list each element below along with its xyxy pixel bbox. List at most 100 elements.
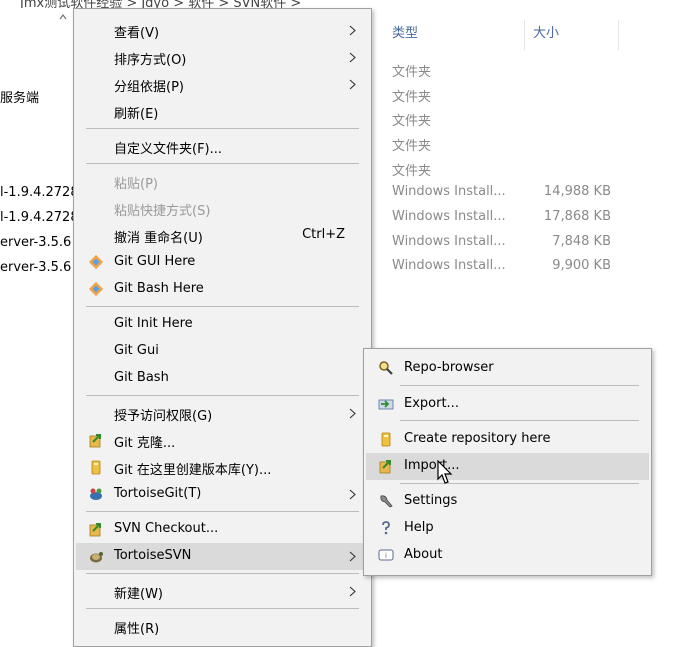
menu-item-view[interactable]: 查看(V)	[76, 17, 369, 44]
menu-item-settings[interactable]: Settings	[366, 488, 649, 515]
menu-item-tortoise-git[interactable]: TortoiseGit(T)	[76, 481, 369, 508]
menu-item-about[interactable]: i About	[366, 542, 649, 569]
menu-item-label: 粘贴快捷方式(S)	[114, 204, 211, 219]
menu-item-tortoise-svn[interactable]: TortoiseSVN	[76, 543, 369, 570]
menu-item-export[interactable]: Export...	[366, 391, 649, 418]
menu-item-label: 属性(R)	[114, 622, 160, 637]
menu-item-label: 粘贴(P)	[114, 177, 158, 192]
menu-item-label: Git Bash Here	[114, 281, 204, 296]
export-icon	[378, 399, 394, 410]
menu-item-label: 查看(V)	[114, 26, 160, 41]
menu-item-svn-checkout[interactable]: SVN Checkout...	[76, 516, 369, 543]
chevron-right-icon	[349, 551, 356, 562]
menu-item-refresh[interactable]: 刷新(E)	[76, 98, 369, 125]
chevron-right-icon	[349, 408, 356, 419]
file-name[interactable]: l-1.9.4.2728	[0, 210, 79, 225]
shortcut-key: Ctrl+Z	[302, 227, 345, 242]
menu-item-git-gui[interactable]: Git Gui	[76, 338, 369, 365]
details-pane: 类型 大小 文件夹 文件夹 文件夹 文件夹 文件夹 Windows Instal…	[370, 10, 696, 300]
menu-separator	[86, 395, 359, 396]
menu-item-label: 排序方式(O)	[114, 53, 187, 68]
collapse-caret-icon[interactable]	[59, 13, 67, 21]
menu-item-label: Git Gui	[114, 343, 159, 358]
menu-separator	[400, 385, 639, 386]
menu-item-label: Create repository here	[404, 431, 551, 446]
row-size: 17,868 KB	[543, 209, 611, 224]
mouse-cursor-icon	[437, 460, 453, 484]
git-clone-icon	[89, 434, 101, 448]
menu-item-git-gui-here[interactable]: Git GUI Here	[76, 249, 369, 276]
menu-item-git-create-repo[interactable]: Git 在这里创建版本库(Y)...	[76, 454, 369, 481]
menu-item-label: Settings	[404, 493, 458, 508]
menu-item-label: Export...	[404, 396, 459, 411]
row-size: 9,900 KB	[552, 258, 611, 273]
menu-item-undo-rename[interactable]: 撤消 重命名(U) Ctrl+Z	[76, 222, 369, 249]
menu-separator	[400, 420, 639, 421]
file-name[interactable]: erver-3.5.6	[0, 235, 71, 250]
menu-item-label: Git 克隆...	[114, 436, 176, 451]
svn-checkout-icon	[89, 523, 101, 537]
import-icon	[379, 460, 391, 474]
menu-item-label: Help	[404, 520, 434, 535]
breadcrumb: Jmx测试软件经验 > Jdyo > 软件 > SVN软件 >	[0, 0, 696, 8]
column-header-type[interactable]: 类型	[392, 22, 418, 41]
chevron-right-icon	[349, 586, 356, 597]
chevron-right-icon	[349, 52, 356, 63]
menu-separator	[86, 306, 359, 307]
menu-separator	[86, 573, 359, 574]
menu-item-import[interactable]: Import...	[366, 453, 649, 480]
column-header-size[interactable]: 大小	[533, 22, 559, 41]
tortoisesvn-icon	[90, 552, 103, 563]
repository-icon	[381, 432, 391, 447]
tortoisesvn-submenu: Repo-browser Export... Create repository…	[363, 348, 652, 576]
file-name-column: 服务端 l-1.9.4.2728 l-1.9.4.2728 erver-3.5.…	[0, 0, 80, 645]
menu-item-group-by[interactable]: 分组依据(P)	[76, 71, 369, 98]
context-menu: 查看(V) 排序方式(O) 分组依据(P) 刷新(E) 自定义文件夹(F)...…	[73, 8, 372, 647]
menu-item-git-init-here[interactable]: Git Init Here	[76, 311, 369, 338]
file-name[interactable]: l-1.9.4.2728	[0, 185, 79, 200]
menu-item-label: 刷新(E)	[114, 107, 159, 122]
menu-item-label: Git Init Here	[114, 316, 193, 331]
menu-item-paste-shortcut[interactable]: 粘贴快捷方式(S)	[76, 195, 369, 222]
menu-item-git-clone[interactable]: Git 克隆...	[76, 427, 369, 454]
row-type: 文件夹	[392, 65, 432, 80]
menu-item-label: SVN Checkout...	[114, 521, 219, 536]
menu-item-customize-folder[interactable]: 自定义文件夹(F)...	[76, 133, 369, 160]
chevron-right-icon	[349, 489, 356, 500]
file-name[interactable]: 服务端	[0, 87, 39, 106]
row-size: 14,988 KB	[543, 184, 611, 199]
chevron-right-icon	[349, 25, 356, 36]
menu-item-grant-access[interactable]: 授予访问权限(G)	[76, 400, 369, 427]
menu-item-label: About	[404, 547, 443, 562]
menu-item-label: Repo-browser	[404, 360, 494, 375]
menu-item-label: 新建(W)	[114, 587, 163, 602]
menu-item-paste[interactable]: 粘贴(P)	[76, 168, 369, 195]
repository-icon	[91, 460, 101, 475]
menu-item-properties[interactable]: 属性(R)	[76, 613, 369, 640]
menu-separator	[86, 163, 359, 164]
menu-item-create-repository[interactable]: Create repository here	[366, 426, 649, 453]
wrench-icon	[380, 495, 393, 508]
column-divider[interactable]	[524, 20, 525, 50]
menu-item-git-bash[interactable]: Git Bash	[76, 365, 369, 392]
row-type: 文件夹	[392, 164, 432, 179]
menu-item-label: 自定义文件夹(F)...	[114, 142, 223, 157]
file-name[interactable]: erver-3.5.6	[0, 260, 71, 275]
menu-item-label: TortoiseSVN	[114, 548, 192, 563]
svg-text:i: i	[385, 552, 387, 560]
column-divider[interactable]	[618, 20, 619, 50]
row-type: Windows Install...	[392, 258, 506, 273]
row-type: Windows Install...	[392, 234, 506, 249]
menu-item-repo-browser[interactable]: Repo-browser	[366, 355, 649, 382]
row-type: Windows Install...	[392, 184, 506, 199]
menu-item-sort-by[interactable]: 排序方式(O)	[76, 44, 369, 71]
menu-separator	[86, 511, 359, 512]
git-diamond-icon	[88, 281, 104, 297]
menu-item-label: 授予访问权限(G)	[114, 409, 213, 424]
menu-item-label: Git GUI Here	[114, 254, 196, 269]
menu-item-help[interactable]: Help	[366, 515, 649, 542]
menu-item-git-bash-here[interactable]: Git Bash Here	[76, 276, 369, 303]
menu-item-label: Git 在这里创建版本库(Y)...	[114, 463, 272, 478]
menu-item-new[interactable]: 新建(W)	[76, 578, 369, 605]
row-size: 7,848 KB	[552, 234, 611, 249]
